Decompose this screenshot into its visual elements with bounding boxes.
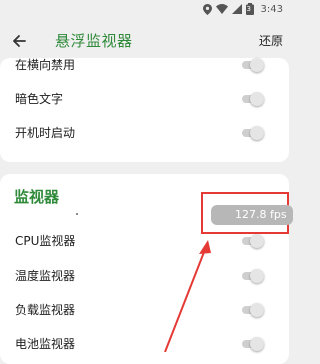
setting-row[interactable]: 在横向禁用 [0,48,289,82]
toggle-switch[interactable] [240,92,266,106]
monitor-label: 负载监视器 [15,303,76,317]
restore-button[interactable]: 还原 [259,32,283,49]
decorative-dot [76,213,78,215]
status-time: 3:43 [260,3,283,15]
setting-row[interactable]: 开机时启动 [0,116,289,150]
monitor-row[interactable]: 电池监视器 [0,327,289,361]
toggle-switch[interactable] [240,126,266,140]
monitor-row[interactable]: 温度监视器 [0,259,289,293]
battery-level: 3 [246,5,251,13]
monitor-row[interactable]: 负载监视器 [0,293,289,327]
setting-row[interactable]: 暗色文字 [0,82,289,116]
status-bar: 3 3:43 [0,0,289,18]
location-icon [202,3,212,15]
toggle-switch[interactable] [240,303,266,317]
signal-icon [231,4,242,14]
wifi-icon [215,4,228,14]
toggle-switch[interactable] [240,58,266,72]
section-title: 监视器 [14,188,60,206]
battery-icon: 3 [245,3,254,15]
toggle-switch[interactable] [240,337,266,351]
toggle-switch[interactable] [240,269,266,283]
setting-label: 暗色文字 [15,92,64,106]
toggle-switch[interactable] [240,234,266,248]
monitor-label: 电池监视器 [15,337,76,351]
monitor-label: 温度监视器 [15,269,76,283]
fps-value: 127.8 fps [235,208,287,221]
setting-label: 在横向禁用 [15,58,76,72]
settings-card: 在横向禁用 暗色文字 开机时启动 [0,58,289,162]
setting-label: 开机时启动 [15,126,76,140]
fps-highlight-box: 127.8 fps [201,192,293,234]
monitor-label: CPU监视器 [15,234,76,248]
fps-floating-badge[interactable]: 127.8 fps [211,205,293,225]
